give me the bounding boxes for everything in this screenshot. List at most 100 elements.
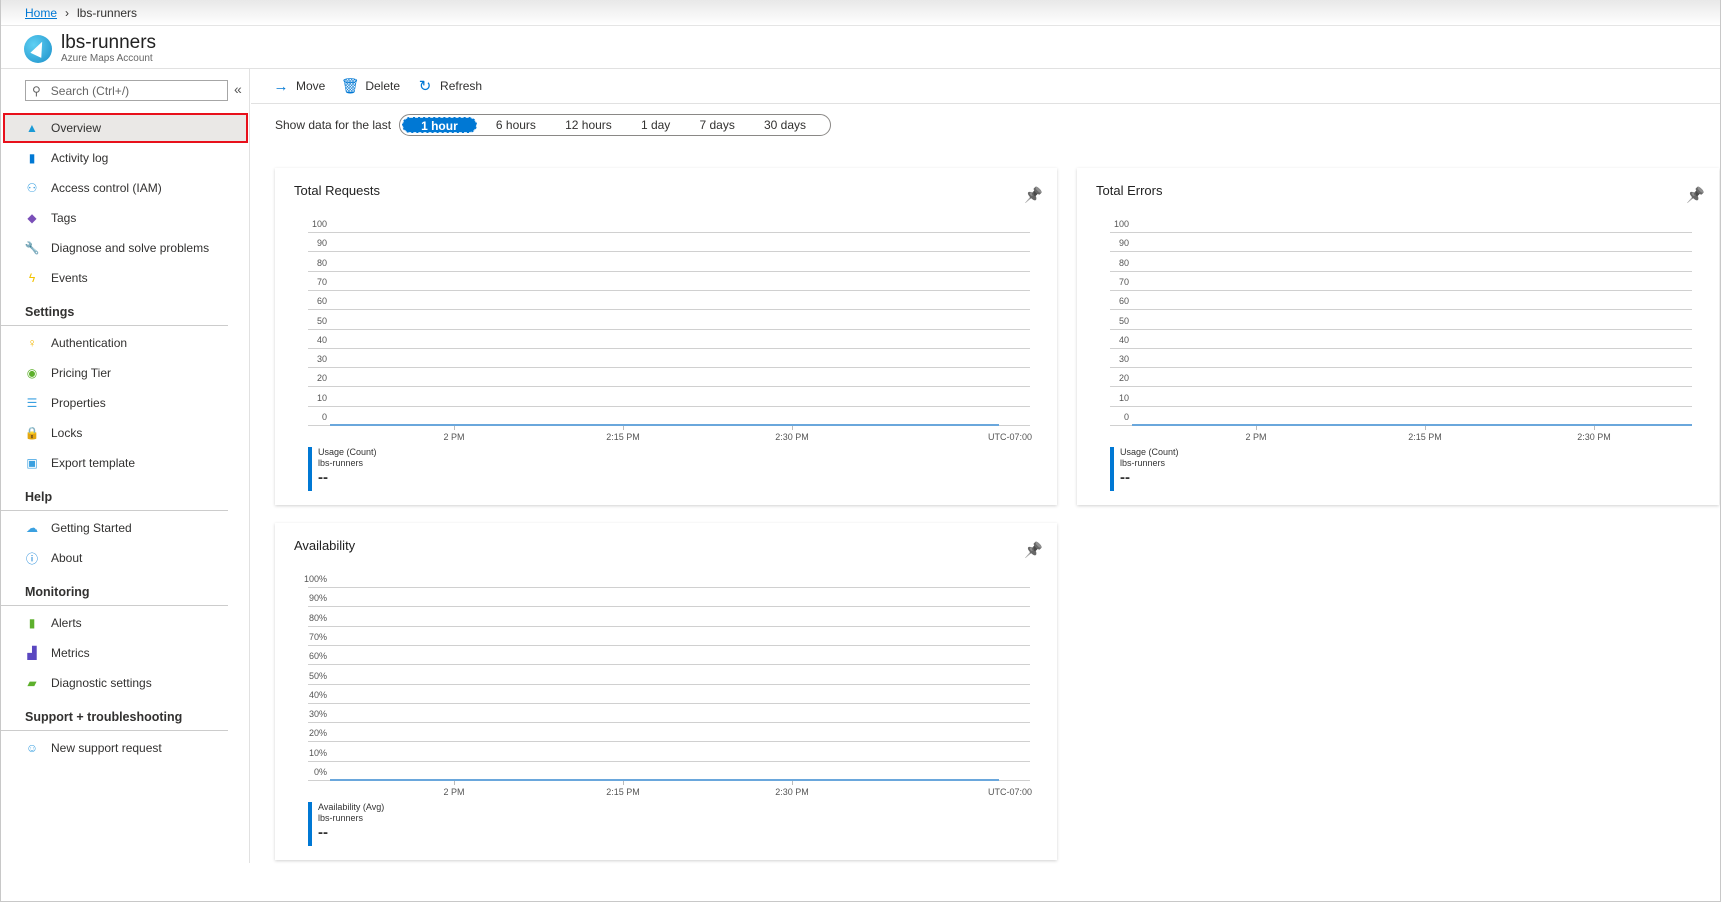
sidebar-item-label: Export template: [51, 456, 135, 470]
timezone-label: UTC-07:00: [988, 432, 1032, 442]
legend-value: --: [1120, 472, 1179, 483]
legend-resource: lbs-runners: [1120, 458, 1179, 469]
legend-value: --: [318, 827, 384, 838]
gridline: [308, 684, 1030, 685]
sidebar-item-access-control-iam[interactable]: ⚇ Access control (IAM): [0, 173, 250, 203]
y-tick-label: 10%: [287, 748, 327, 758]
pin-icon[interactable]: 📌: [1024, 541, 1043, 559]
gridline: [308, 251, 1030, 252]
chart-title: Availability: [294, 538, 355, 553]
gridline: [308, 290, 1030, 291]
gridline: [1110, 329, 1692, 330]
legend-resource: lbs-runners: [318, 458, 377, 469]
total-requests-card: Total Requests📌01020304050607080901002 P…: [275, 168, 1057, 505]
y-tick-label: 0: [287, 412, 327, 422]
sidebar-item-new-support-request[interactable]: ☺New support request: [0, 733, 250, 763]
gridline: [308, 271, 1030, 272]
search-input[interactable]: ⚲ Search (Ctrl+/): [25, 80, 228, 101]
azure-maps-logo-icon: [24, 35, 52, 63]
y-tick-label: 30%: [287, 709, 327, 719]
gridline: [308, 309, 1030, 310]
series-line: [330, 424, 999, 426]
time-range-option[interactable]: 1 day: [631, 118, 680, 132]
pricing-icon: ◉: [25, 366, 39, 380]
time-range-selector: 1 hour 6 hours 12 hours 1 day 7 days 30 days: [399, 114, 831, 136]
sidebar-item-pricing-tier[interactable]: ◉ Pricing Tier: [0, 358, 250, 388]
key-icon: ♀: [25, 336, 39, 350]
refresh-label: Refresh: [440, 79, 482, 93]
sidebar-section-heading: Support + troubleshooting: [0, 698, 228, 731]
metrics-icon: ▟: [25, 646, 39, 660]
sidebar-section-heading: Help: [0, 478, 228, 511]
gridline: [308, 587, 1030, 588]
sidebar-item-tags[interactable]: ◆Tags: [0, 203, 250, 233]
refresh-button[interactable]: ↻Refresh: [418, 79, 482, 93]
sidebar-item-events[interactable]: ϟEvents: [0, 263, 250, 293]
pin-icon[interactable]: 📌: [1686, 186, 1705, 204]
y-tick-label: 80: [287, 258, 327, 268]
time-range-option[interactable]: 12 hours: [555, 118, 622, 132]
time-range-option[interactable]: 7 days: [689, 118, 744, 132]
x-tick-label: 2:15 PM: [1408, 432, 1442, 442]
gridline: [1110, 232, 1692, 233]
y-tick-label: 30: [1089, 354, 1129, 364]
resource-header: lbs-runners Azure Maps Account: [24, 33, 156, 64]
sidebar-item-label: Authentication: [51, 336, 127, 350]
y-tick-label: 20: [287, 373, 327, 383]
activity-log-icon: ▮: [25, 151, 39, 165]
sidebar-item-metrics[interactable]: ▟Metrics: [0, 638, 250, 668]
gridline: [308, 664, 1030, 665]
toolbar: →Move 🗑Delete ↻Refresh: [251, 69, 1721, 104]
sidebar-item-alerts[interactable]: ▮ Alerts: [0, 608, 250, 638]
breadcrumb-home-link[interactable]: Home: [25, 6, 57, 20]
sidebar-section-heading: Settings: [0, 293, 228, 326]
sidebar-item-label: Events: [51, 271, 88, 285]
collapse-sidebar-button[interactable]: «: [234, 81, 242, 97]
x-tick-label: 2:15 PM: [606, 432, 640, 442]
diagnostic-icon: ▰: [25, 676, 39, 690]
sidebar-item-about[interactable]: ⓘAbout: [0, 543, 250, 573]
delete-button[interactable]: 🗑Delete: [343, 79, 400, 93]
sidebar-item-label: Alerts: [51, 616, 82, 630]
sidebar-item-export-template[interactable]: ▣Export template: [0, 448, 250, 478]
sidebar-item-label: Access control (IAM): [51, 181, 162, 195]
y-tick-label: 40: [1089, 335, 1129, 345]
trash-icon: 🗑: [343, 79, 357, 93]
sidebar-item-overview[interactable]: ▲Overview: [3, 113, 248, 143]
info-icon: ⓘ: [25, 551, 39, 565]
y-tick-label: 0: [1089, 412, 1129, 422]
search-placeholder: Search (Ctrl+/): [51, 84, 129, 98]
gridline: [308, 722, 1030, 723]
y-tick-label: 50: [1089, 316, 1129, 326]
gridline: [308, 626, 1030, 627]
sidebar-item-activity-log[interactable]: ▮Activity log: [0, 143, 250, 173]
time-range-option[interactable]: 1 hour: [402, 117, 477, 133]
move-label: Move: [296, 79, 325, 93]
maps-icon: ▲: [25, 121, 39, 135]
gridline: [308, 606, 1030, 607]
gridline: [308, 232, 1030, 233]
move-button[interactable]: →Move: [274, 79, 325, 93]
sidebar-nav: ▲Overview▮Activity log ⚇ Access control (I…: [0, 113, 250, 763]
pin-icon[interactable]: 📌: [1024, 186, 1043, 204]
breadcrumb-bar: [0, 0, 1721, 26]
y-tick-label: 100: [1089, 219, 1129, 229]
time-range-option[interactable]: 30 days: [754, 118, 816, 132]
sidebar-item-diagnose-and-solve-problems[interactable]: 🔧Diagnose and solve problems: [0, 233, 250, 263]
sidebar-section-heading: Monitoring: [0, 573, 228, 606]
sidebar-item-getting-started[interactable]: ☁Getting Started: [0, 513, 250, 543]
sidebar-item-label: Pricing Tier: [51, 366, 111, 380]
legend-resource: lbs-runners: [318, 813, 384, 824]
y-tick-label: 90%: [287, 593, 327, 603]
gridline: [1110, 367, 1692, 368]
sidebar-item-properties[interactable]: ☰Properties: [0, 388, 250, 418]
sidebar-item-diagnostic-settings[interactable]: ▰Diagnostic settings: [0, 668, 250, 698]
y-tick-label: 10: [1089, 393, 1129, 403]
alert-icon: ▮: [25, 616, 39, 630]
sidebar-item-locks[interactable]: 🔒Locks: [0, 418, 250, 448]
chart-legend: Availability (Avg)lbs-runners--: [308, 802, 384, 846]
people-icon: ⚇: [25, 181, 39, 195]
time-range-option[interactable]: 6 hours: [486, 118, 546, 132]
sidebar-item-authentication[interactable]: ♀ Authentication: [0, 328, 250, 358]
y-tick-label: 80%: [287, 613, 327, 623]
